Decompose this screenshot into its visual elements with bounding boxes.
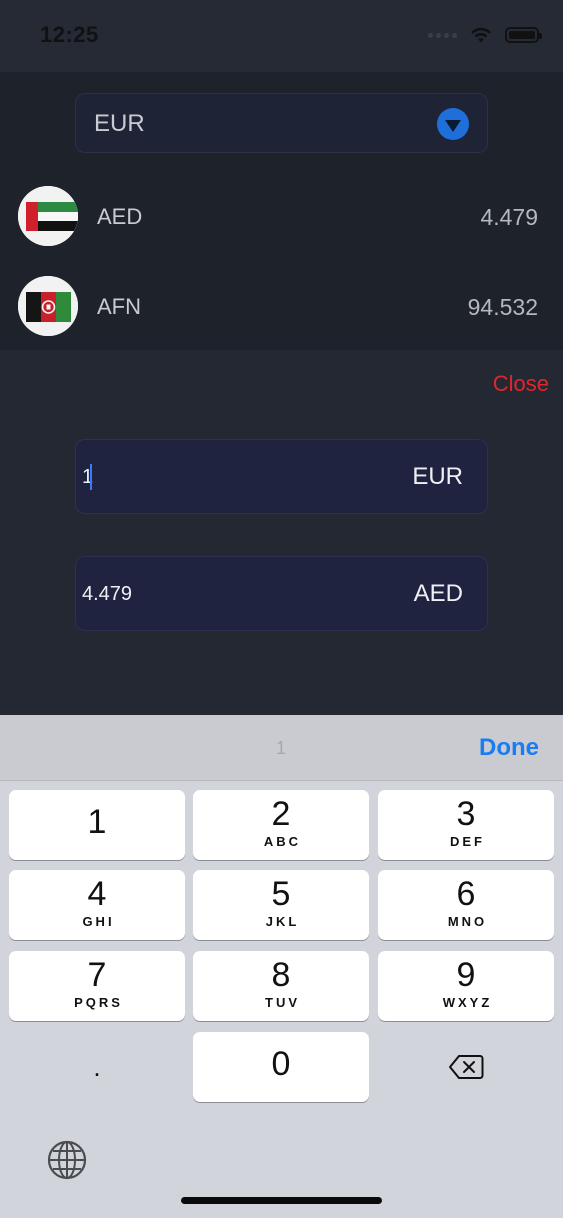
key-decimal[interactable]: .: [9, 1032, 185, 1102]
globe-icon[interactable]: [46, 1139, 88, 1181]
key-letters: WXYZ: [442, 995, 493, 1010]
backspace-icon: [449, 1055, 484, 1079]
key-digit: 1: [87, 803, 107, 841]
signal-icon: [428, 32, 457, 38]
key-1[interactable]: 1: [9, 790, 185, 860]
numeric-keyboard: 1 Done 1 2 ABC 3 DEF 4 GHI 5 JKL 6 MNO 7…: [0, 715, 563, 1218]
key-letters: JKL: [265, 914, 300, 929]
key-6[interactable]: 6 MNO: [378, 870, 554, 940]
home-indicator: [181, 1197, 382, 1204]
from-currency-code: EUR: [412, 463, 463, 490]
status-time: 12:25: [40, 22, 99, 47]
to-amount-value: 4.479: [82, 583, 133, 605]
key-letters: ABC: [263, 834, 302, 849]
currency-list-panel: EUR AED 4.479 AFN 94.532: [0, 72, 563, 350]
key-digit: 2: [271, 795, 291, 833]
key-digit: 6: [456, 875, 476, 913]
status-bar: 12:25: [0, 0, 563, 72]
key-letters: GHI: [82, 914, 115, 929]
key-7[interactable]: 7 PQRS: [9, 951, 185, 1021]
rate-value: 94.532: [467, 294, 538, 320]
rate-code: AED: [97, 204, 143, 229]
key-digit: 3: [456, 795, 476, 833]
key-5[interactable]: 5 JKL: [193, 870, 369, 940]
key-9[interactable]: 9 WXYZ: [378, 951, 554, 1021]
rate-row-aed[interactable]: AED 4.479: [0, 172, 563, 262]
key-digit: 7: [87, 956, 107, 994]
key-letters: MNO: [447, 914, 488, 929]
to-amount-field[interactable]: 4.479 AED: [75, 556, 488, 631]
close-button[interactable]: Close: [493, 371, 549, 397]
text-caret: [90, 464, 92, 490]
battery-icon: [505, 27, 542, 43]
key-digit: 5: [271, 875, 291, 913]
rate-code: AFN: [97, 294, 141, 319]
from-amount-field[interactable]: 1 EUR: [75, 439, 488, 514]
done-button[interactable]: Done: [479, 734, 539, 762]
keyboard-accessory-bar: 1 Done: [0, 715, 563, 781]
wifi-icon: [471, 27, 491, 43]
afghanistan-flag-icon: [18, 276, 78, 336]
status-icons: [428, 24, 542, 46]
key-digit: 0: [271, 1045, 291, 1083]
rate-row-afn[interactable]: AFN 94.532: [0, 262, 563, 352]
key-letters: PQRS: [74, 995, 123, 1010]
uae-flag-icon: [18, 186, 78, 246]
key-4[interactable]: 4 GHI: [9, 870, 185, 940]
key-letters: TUV: [265, 995, 300, 1010]
key-0[interactable]: 0: [193, 1032, 369, 1102]
backspace-key[interactable]: [378, 1032, 554, 1102]
key-8[interactable]: 8 TUV: [193, 951, 369, 1021]
key-3[interactable]: 3 DEF: [378, 790, 554, 860]
key-digit: 4: [87, 875, 107, 913]
chevron-down-icon[interactable]: [437, 108, 469, 140]
key-digit: 8: [271, 956, 291, 994]
key-letters: DEF: [450, 834, 485, 849]
to-currency-code: AED: [413, 580, 463, 607]
input-preview: 1: [276, 738, 287, 758]
base-currency-value: EUR: [94, 110, 145, 137]
base-currency-select[interactable]: EUR: [75, 93, 488, 153]
key-digit: 9: [456, 956, 476, 994]
rate-value: 4.479: [480, 204, 538, 230]
key-2[interactable]: 2 ABC: [193, 790, 369, 860]
